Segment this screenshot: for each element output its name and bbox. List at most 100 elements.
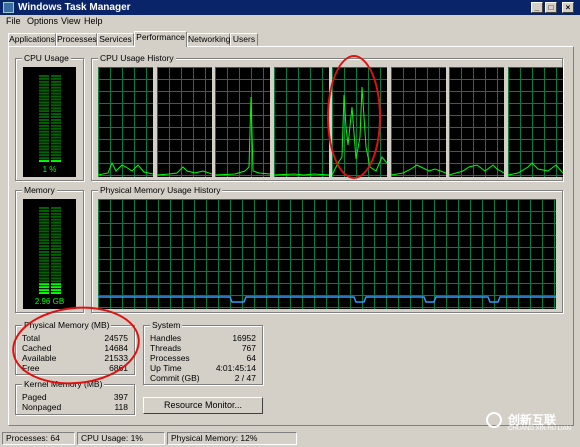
cpu-meter-segment: [51, 104, 61, 107]
memory-group: Memory 2.96 GB: [15, 185, 84, 313]
cpu-meter-segment: [39, 145, 49, 148]
cpu-meter-segment: [51, 92, 61, 95]
cpu-core-graph: [449, 67, 504, 177]
memory-value: 2.96 GB: [34, 297, 65, 306]
cpu-meter-segment: [51, 107, 61, 110]
memory-meter-segment: [39, 271, 49, 274]
memory-meter-segment: [51, 283, 61, 286]
kernel-memory-paged-row: Paged 397: [22, 392, 128, 402]
memory-meter-segment: [39, 289, 49, 292]
cpu-meter-segment: [39, 160, 49, 162]
cpu-core-usage-line: [273, 173, 329, 176]
memory-meter-segment: [39, 277, 49, 280]
cpu-meter-segment: [39, 133, 49, 136]
memory-meter-segment: [51, 215, 61, 218]
tab-networking[interactable]: Networking: [187, 33, 231, 46]
cpu-meter-segment: [51, 124, 61, 127]
memory-meter-segment: [39, 256, 49, 259]
cpu-meter-bars: [39, 75, 61, 162]
memory-meter-bars: [39, 207, 61, 294]
cpu-meter-segment: [51, 80, 61, 83]
cpu-meter-segment: [51, 113, 61, 116]
cpu-meter-segment: [39, 127, 49, 130]
tab-performance[interactable]: Performance: [134, 31, 187, 47]
cpu-meter-segment: [51, 148, 61, 151]
memory-meter-segment: [51, 265, 61, 268]
memory-meter-segment: [39, 265, 49, 268]
memory-meter-segment: [51, 221, 61, 224]
memory-meter-segment: [51, 212, 61, 215]
cpu-meter-segment: [39, 124, 49, 127]
cpu-core-usage-line: [215, 96, 270, 176]
minimize-button[interactable]: _: [531, 2, 543, 13]
cpu-meter-segment: [51, 75, 61, 77]
status-processes: Processes: 64: [2, 432, 75, 445]
cpu-usage-value: 1 %: [42, 165, 57, 174]
memory-meter-segment: [51, 233, 61, 236]
close-button[interactable]: ×: [562, 2, 574, 13]
cpu-meter-segment: [51, 136, 61, 139]
memory-meter-segment: [51, 259, 61, 262]
cpu-core-usage-line: [507, 162, 563, 176]
sys-commit-key: Commit (GB): [150, 373, 200, 383]
km-paged-key: Paged: [22, 392, 47, 402]
cpu-meter-segment: [39, 89, 49, 92]
cpu-meter-segment: [39, 92, 49, 95]
system-group: System Handles 16952 Threads 767 Processes…: [143, 320, 263, 385]
cpu-usage-label: CPU Usage: [22, 53, 71, 63]
tab-users[interactable]: Users: [230, 33, 258, 46]
menu-file[interactable]: File: [6, 16, 21, 26]
system-threads-row: Threads 767: [150, 343, 256, 353]
menu-options[interactable]: Options: [27, 16, 58, 26]
cpu-meter-segment: [51, 133, 61, 136]
cpu-meter-segment: [39, 130, 49, 133]
sys-processes-key: Processes: [150, 353, 190, 363]
cpu-meter-segment: [51, 142, 61, 145]
cpu-meter-segment: [39, 136, 49, 139]
cpu-meter-segment: [39, 116, 49, 118]
tab-applications[interactable]: Applications: [8, 33, 56, 46]
cpu-core-usage-line: [156, 166, 212, 176]
tab-services[interactable]: Services: [97, 33, 134, 46]
memory-meter-segment: [51, 280, 61, 283]
menu-view[interactable]: View: [61, 16, 80, 26]
memory-meter-segment: [51, 251, 61, 253]
memory-usage-line: [98, 296, 556, 303]
memory-meter-segment: [39, 212, 49, 215]
tab-processes[interactable]: Processes: [56, 33, 97, 46]
sys-commit-value: 2 / 47: [234, 373, 256, 383]
menu-help[interactable]: Help: [84, 16, 103, 26]
memory-meter-segment: [39, 262, 49, 265]
cpu-core-usage-line: [98, 161, 153, 176]
memory-meter-segment: [39, 218, 49, 221]
memory-meter-segment: [39, 259, 49, 262]
cpu-meter-segment: [39, 77, 49, 80]
memory-meter-segment: [51, 268, 61, 271]
cpu-meter-segment: [51, 86, 61, 89]
cpu-core-usage-line: [390, 164, 446, 176]
memory-meter-segment: [51, 236, 61, 239]
memory-meter-segment: [51, 289, 61, 292]
watermark: 创新互联 CHUANG XIN HU LIAN: [480, 408, 578, 438]
cpu-meter-segment: [51, 160, 61, 162]
km-nonpaged-value: 118: [114, 402, 128, 412]
cpu-meter-segment: [39, 110, 49, 113]
cpu-meter-segment: [51, 119, 61, 121]
kernel-memory-group: Kernel Memory (MB) Paged 397 Nonpaged 118: [15, 379, 135, 415]
cpu-meter-segment: [39, 104, 49, 107]
memory-meter-segment: [51, 207, 61, 209]
memory-history-label: Physical Memory Usage History: [98, 185, 223, 195]
memory-meter-segment: [51, 230, 61, 233]
cpu-meter-segment: [51, 130, 61, 133]
cpu-meter-segment: [51, 157, 61, 160]
cpu-core-usage-line: [449, 164, 504, 176]
menu-bar: File Options View Help: [0, 15, 580, 28]
memory-meter-segment: [39, 239, 49, 242]
memory-meter-segment: [39, 286, 49, 289]
maximize-button[interactable]: □: [545, 2, 557, 13]
cpu-meter-segment: [51, 89, 61, 92]
watermark-tagline: CHUANG XIN HU LIAN: [508, 426, 572, 432]
resource-monitor-button[interactable]: Resource Monitor...: [143, 397, 263, 414]
memory-meter-segment: [39, 236, 49, 239]
memory-meter-segment: [39, 268, 49, 271]
